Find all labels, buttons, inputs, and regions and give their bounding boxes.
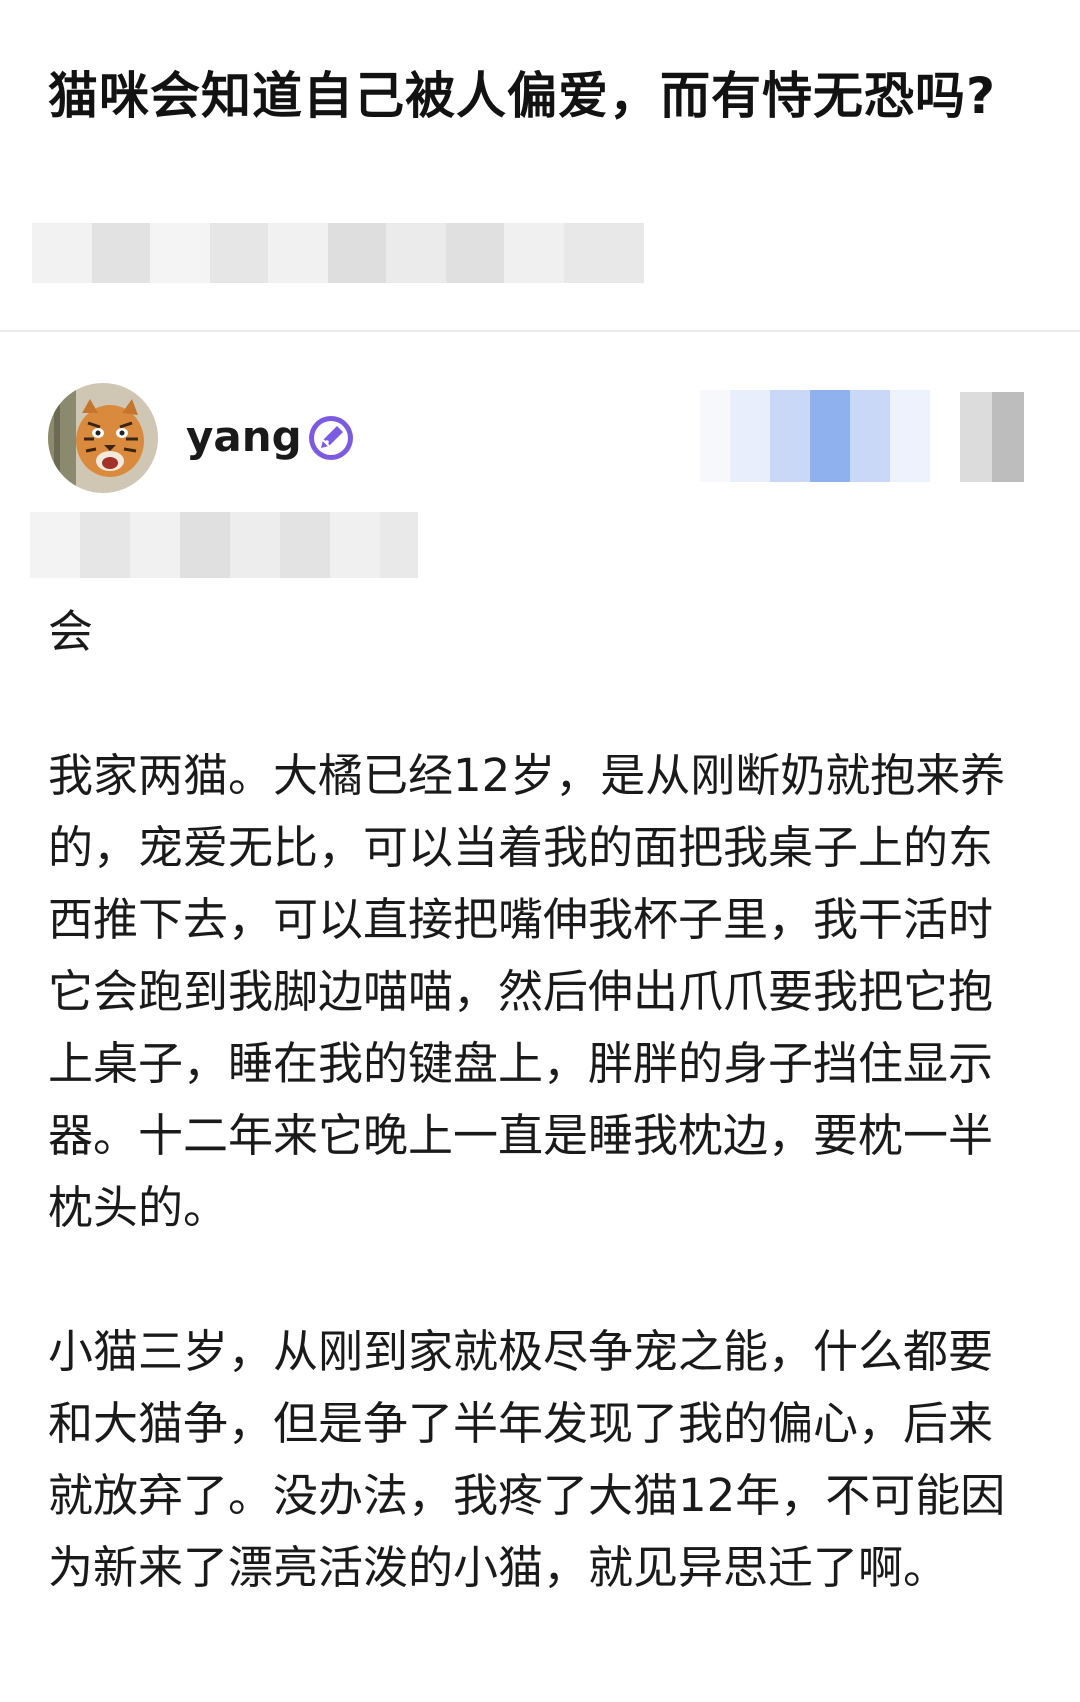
section-divider xyxy=(0,330,1080,332)
more-menu-blurred[interactable] xyxy=(960,392,1024,482)
question-meta-blurred xyxy=(32,223,644,283)
question-header: 猫咪会知道自己被人偏爱，而有恃无恐吗? xyxy=(48,56,1032,136)
follow-button-blurred[interactable] xyxy=(700,390,930,482)
answer-paragraph: 我家两猫。大橘已经12岁，是从刚断奶就抱来养的，宠爱无比，可以当着我的面把我桌子… xyxy=(48,749,1006,1234)
author-meta-blurred xyxy=(30,512,418,578)
tiger-avatar-icon xyxy=(48,383,158,493)
answer-content: 会 我家两猫。大橘已经12岁，是从刚断奶就抱来养的，宠爱无比，可以当着我的面把我… xyxy=(48,596,1028,1604)
answer-paragraph: 会 xyxy=(48,605,94,658)
author-avatar[interactable] xyxy=(48,383,158,493)
author-name[interactable]: yang xyxy=(186,409,302,465)
pen-nib-icon xyxy=(306,413,356,463)
question-title[interactable]: 猫咪会知道自己被人偏爱，而有恃无恐吗? xyxy=(48,56,1032,136)
answer-paragraph: 小猫三岁，从刚到家就极尽争宠之能，什么都要和大猫争，但是争了半年发现了我的偏心，… xyxy=(48,1325,1006,1594)
